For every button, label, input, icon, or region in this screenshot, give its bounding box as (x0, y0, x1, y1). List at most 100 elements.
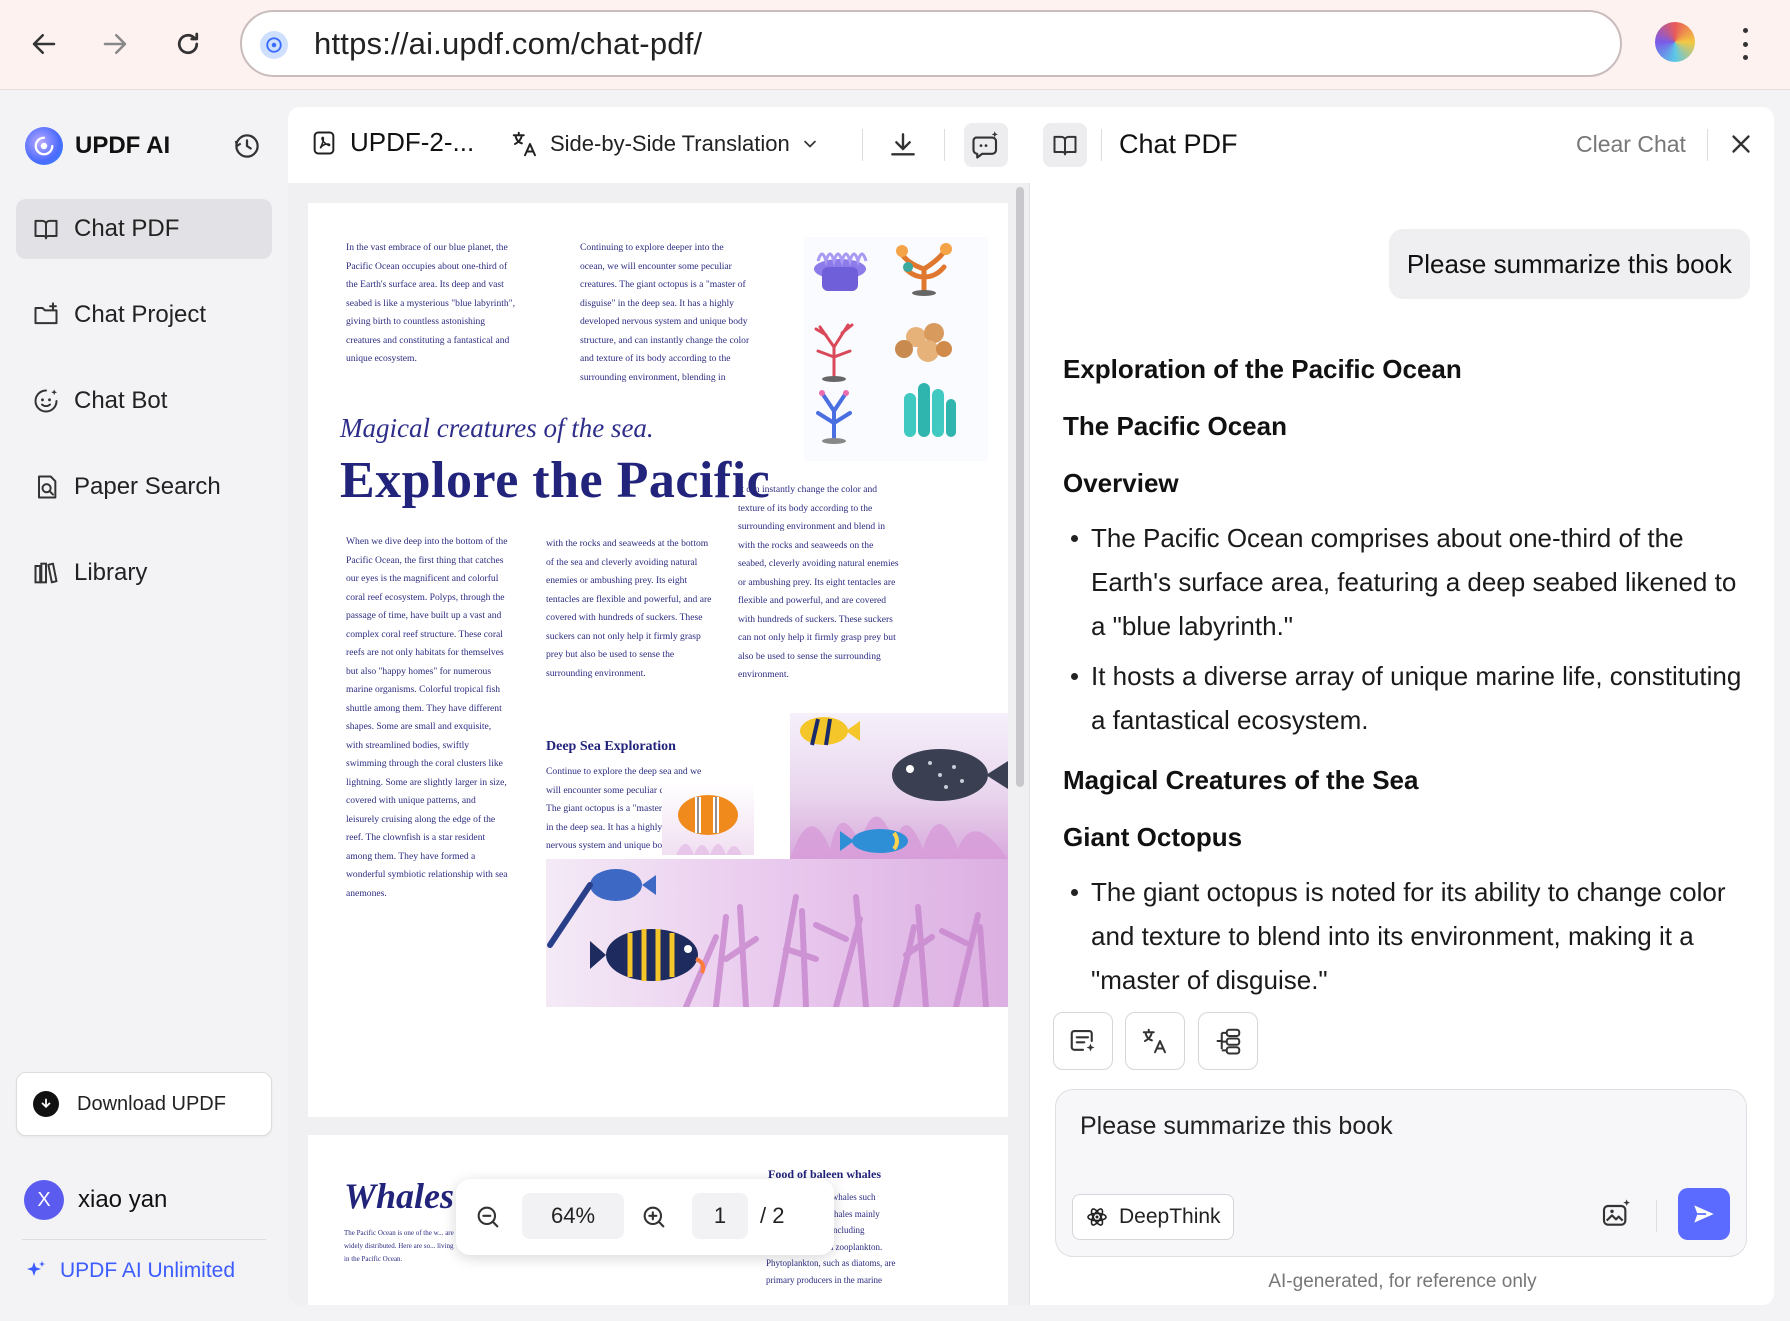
header-divider (1707, 129, 1708, 161)
ai-chat-toggle-button[interactable] (964, 123, 1008, 167)
zoom-out-icon (477, 1206, 499, 1228)
answer-heading-5: Giant Octopus (1063, 822, 1243, 852)
book-open-icon (1053, 135, 1077, 156)
answer-heading-1: Exploration of the Pacific Ocean (1063, 354, 1462, 384)
brand[interactable]: UPDF AI (25, 127, 170, 165)
pdf-page-1[interactable]: In the vast embrace of our blue planet, … (308, 203, 1008, 1117)
close-icon (1732, 135, 1750, 153)
list-item: The giant octopus is noted for its abili… (1063, 870, 1753, 1002)
coral-fish-photo (546, 859, 1008, 1007)
sidebar-item-label: Chat Bot (74, 387, 168, 414)
message-composer[interactable]: Please summarize this book DeepThink (1055, 1089, 1747, 1257)
updf-logo-icon (25, 127, 63, 165)
assistant-answer: Exploration of the Pacific Ocean The Pac… (1063, 353, 1753, 1093)
chat-header: Chat PDF Clear Chat (1031, 107, 1774, 183)
composer-divider (1656, 1200, 1657, 1232)
download-pdf-button[interactable] (887, 129, 919, 161)
page-number-input[interactable]: 1 (692, 1193, 748, 1239)
unlimited-label: UPDF AI Unlimited (60, 1259, 236, 1282)
sidebar-item-label: Chat PDF (74, 215, 180, 242)
message-input[interactable]: Please summarize this book (1080, 1112, 1393, 1141)
pdf-scrollbar[interactable] (1016, 187, 1024, 787)
bot-icon (34, 389, 58, 413)
doc-search-icon (38, 475, 57, 499)
chat-pdf-mode-button[interactable] (1043, 123, 1087, 167)
zoom-in-button[interactable] (636, 1199, 672, 1235)
page-text-col1-top: In the vast embrace of our blue planet, … (346, 242, 516, 364)
translation-label: Side-by-Side Translation (550, 131, 790, 156)
profile-avatar-icon[interactable] (1655, 22, 1695, 62)
download-icon (33, 1091, 59, 1117)
mindmap-quick-button[interactable] (1198, 1012, 1258, 1070)
brand-name: UPDF AI (75, 132, 171, 159)
sidebar-item-chat-project[interactable]: Chat Project (16, 285, 272, 345)
pdf-file-icon (313, 131, 335, 154)
answer-heading-2: The Pacific Ocean (1063, 411, 1287, 441)
page2-intro: The Pacific Ocean is one of the w... are… (344, 1229, 454, 1263)
sidebar-item-label: Paper Search (74, 473, 221, 500)
back-button[interactable] (22, 22, 66, 66)
mind-map-icon (1216, 1028, 1241, 1055)
history-button[interactable] (232, 131, 264, 163)
sidebar: UPDF AI Chat PDF Chat Project Chat Bot P… (0, 91, 287, 1321)
zoom-level[interactable]: 64% (522, 1193, 624, 1239)
page-text-col1-bottom: When we dive deep into the bottom of the… (346, 536, 508, 899)
summarize-icon (1070, 1029, 1095, 1052)
toolbar-divider (862, 129, 863, 161)
page2-title: Whales (344, 1176, 455, 1216)
user-name: xiao yan (78, 1186, 168, 1213)
sidebar-item-chat-pdf[interactable]: Chat PDF (16, 199, 272, 259)
sidebar-item-library[interactable]: Library (16, 543, 272, 603)
clear-chat-button[interactable]: Clear Chat (1576, 131, 1686, 158)
sidebar-item-label: Chat Project (74, 301, 207, 328)
overview-list: The Pacific Ocean comprises about one-th… (1063, 516, 1753, 742)
file-name-button[interactable]: UPDF-2-... (310, 127, 474, 158)
address-bar[interactable]: https://ai.updf.com/chat-pdf/ (240, 10, 1622, 77)
send-icon (1694, 1205, 1714, 1223)
arrow-left-icon (32, 34, 56, 54)
page-text-col2-top: Continuing to explore deeper into the oc… (580, 242, 750, 383)
download-updf-button[interactable]: Download UPDF (16, 1072, 272, 1136)
chevron-down-icon (803, 140, 816, 148)
arrow-right-icon (103, 34, 127, 54)
attach-image-button[interactable] (1600, 1198, 1634, 1232)
download-icon (891, 133, 915, 156)
deepthink-toggle[interactable]: DeepThink (1072, 1194, 1234, 1240)
translation-dropdown[interactable]: Side-by-Side Translation (510, 129, 820, 159)
sidebar-item-paper-search[interactable]: Paper Search (16, 457, 272, 517)
chat-panel: Chat PDF Clear Chat Please summarize thi… (1031, 107, 1774, 1305)
octopus-list: The giant octopus is noted for its abili… (1063, 870, 1753, 1002)
fish-photo-top (790, 713, 1008, 859)
deepthink-label: DeepThink (1119, 1205, 1221, 1228)
sidebar-item-chat-bot[interactable]: Chat Bot (16, 371, 272, 431)
coral-illustrations (804, 237, 988, 461)
pdf-toolbar: UPDF-2-... Side-by-Side Translation (288, 107, 1030, 183)
user-message-bubble: Please summarize this book (1388, 229, 1750, 299)
sidebar-divider (22, 1239, 266, 1240)
zoom-out-button[interactable] (470, 1199, 506, 1235)
site-info-icon[interactable] (260, 31, 288, 59)
summarize-quick-button[interactable] (1053, 1012, 1113, 1070)
send-button[interactable] (1678, 1188, 1730, 1240)
close-chat-button[interactable] (1726, 129, 1758, 161)
list-item: It hosts a diverse array of unique marin… (1063, 654, 1753, 742)
translate-icon (1142, 1028, 1166, 1054)
download-label: Download UPDF (77, 1092, 226, 1115)
zoom-pagination-bar: 64% 1 / 2 (456, 1179, 834, 1255)
translate-quick-button[interactable] (1125, 1012, 1185, 1070)
forward-button[interactable] (93, 22, 137, 66)
page-title: Explore the Pacific (340, 452, 771, 509)
folder-plus-icon (34, 302, 58, 325)
reload-button[interactable] (166, 22, 210, 66)
main-card: UPDF-2-... Side-by-Side Translation In t… (288, 107, 1774, 1305)
image-ai-icon (1602, 1199, 1630, 1226)
list-item: The Pacific Ocean comprises about one-th… (1063, 516, 1753, 648)
browser-menu-button[interactable] (1730, 22, 1760, 66)
updf-ai-unlimited-link[interactable]: UPDF AI Unlimited (24, 1259, 235, 1283)
sidebar-item-label: Library (74, 559, 148, 586)
user-profile[interactable]: X xiao yan (24, 1180, 167, 1220)
page-text-col3-mid: It can instantly change the color and te… (738, 484, 899, 680)
ai-chat-icon (972, 131, 998, 159)
page-subtitle: Magical creatures of the sea. (340, 413, 654, 443)
url-text[interactable]: https://ai.updf.com/chat-pdf/ (314, 26, 702, 62)
